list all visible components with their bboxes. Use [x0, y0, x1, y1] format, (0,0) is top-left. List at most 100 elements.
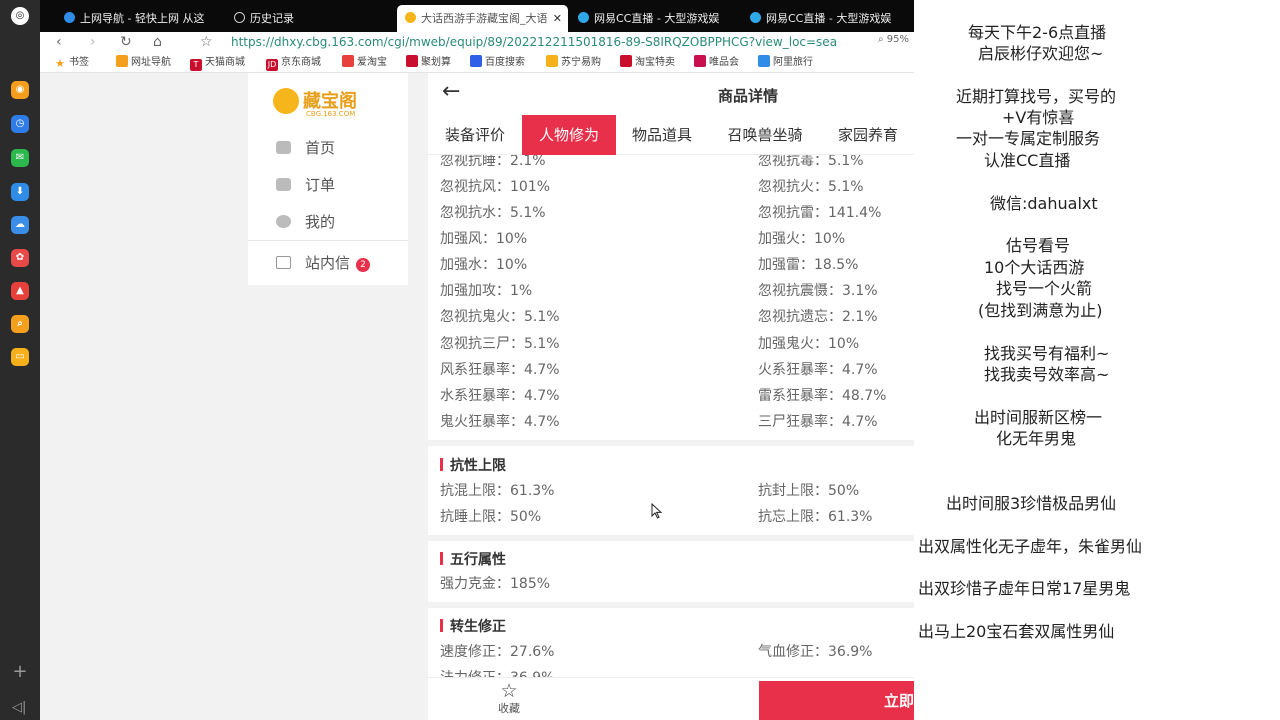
promo-line: 一对一专属定制服务 — [956, 129, 1101, 148]
bookmark-label: 淘宝特卖 — [635, 57, 675, 68]
mail-icon — [276, 256, 291, 269]
bookmark-item[interactable]: 阿里旅行 — [758, 55, 813, 71]
promo-line: 近期打算找号，买号的 — [956, 87, 1117, 106]
zoom-level[interactable]: ⌕ 95% — [878, 34, 909, 45]
dock-logo-icon[interactable]: ◎ — [11, 7, 29, 25]
nav-label: 订单 — [305, 176, 336, 194]
tab-home[interactable]: 家园养育 — [822, 115, 914, 155]
favorite-button[interactable]: ☆ 收藏 — [488, 680, 530, 716]
dock-collapse-icon[interactable]: ◁| — [12, 700, 26, 715]
dock-search-icon[interactable]: ⌕ — [11, 315, 29, 333]
promo-line: 找号一个火箭 — [996, 279, 1093, 298]
bookmark-item[interactable]: 苏宁易购 — [546, 55, 601, 71]
bookmark-item[interactable]: 唯品会 — [694, 55, 739, 71]
attr-item: 忽视抗三尸：5.1% — [440, 336, 560, 352]
bookmark-item[interactable]: 百度搜索 — [470, 55, 525, 71]
browser-tab[interactable]: 历史记录 — [226, 5, 386, 32]
nav-label: 首页 — [305, 139, 336, 157]
bookmark-item[interactable]: T 天猫商城 — [190, 55, 245, 71]
nav-item-mine[interactable]: 我的 — [276, 212, 335, 232]
close-tab-icon[interactable]: ✕ — [553, 5, 562, 32]
bookmark-item[interactable]: ★ 书签 — [54, 55, 89, 71]
tab-pets[interactable]: 召唤兽坐骑 — [708, 115, 822, 155]
bookmark-item[interactable]: 爱淘宝 — [342, 55, 387, 71]
attr-item: 气血修正：36.9% — [758, 644, 873, 660]
nav-icon — [116, 55, 128, 67]
cc-favicon-icon — [578, 12, 589, 23]
bookmarks-bar: ★ 书签 网址导航 T 天猫商城 JD 京东商城 爱淘宝 聚划算 百度搜索 苏宁易购 … — [40, 53, 914, 73]
attr-item: 加强鬼火：10% — [758, 336, 860, 352]
attribute-content[interactable]: 忽视抗睡：2.1% 忽视抗毒：5.1% 忽视抗风：101% 忽视抗火：5.1% … — [428, 155, 914, 677]
taobao-sale-icon — [620, 55, 632, 67]
zoom-value: 95% — [886, 34, 910, 45]
dock-folder-icon[interactable]: ▭ — [11, 348, 29, 366]
bookmark-label: 京东商城 — [281, 57, 321, 68]
attr-item: 抗混上限：61.3% — [440, 483, 555, 499]
dock-clock-icon[interactable]: ◷ — [11, 115, 29, 133]
promo-line: 出双属性化无子虚年，朱雀男仙 — [918, 537, 1143, 556]
dock-weather-icon[interactable]: ☁ — [11, 216, 29, 234]
nav-item-home[interactable]: 首页 — [276, 138, 335, 158]
bookmark-item[interactable]: JD 京东商城 — [266, 55, 321, 71]
section-divider — [428, 602, 914, 608]
promo-line: 出时间服新区榜一 — [974, 408, 1103, 427]
bookmark-item[interactable]: 网址导航 — [116, 55, 171, 71]
dock-download-icon[interactable]: ⬇ — [11, 183, 29, 201]
bookmark-item[interactable]: 淘宝特卖 — [620, 55, 675, 71]
tab-strip: 上网导航 - 轻快上网 从这 历史记录 大话西游手游藏宝阁_大语 ✕ 网易CC直… — [40, 0, 914, 32]
back-arrow-icon[interactable]: ← — [442, 79, 460, 104]
tab-equip-eval[interactable]: 装备评价 — [428, 115, 522, 155]
nav-item-messages[interactable]: 站内信 2 — [276, 253, 371, 273]
promo-line: 找我卖号效率高~ — [984, 365, 1110, 384]
cc-favicon-icon — [750, 12, 761, 23]
tab-items[interactable]: 物品道具 — [616, 115, 708, 155]
detail-header: ← 商品详情 — [428, 73, 914, 115]
buy-now-button[interactable]: 立即 — [759, 681, 914, 720]
attr-item: 火系狂暴率：4.7% — [758, 362, 878, 378]
attr-item: 法力修正：36.9% — [440, 669, 554, 677]
browser-window: 上网导航 - 轻快上网 从这 历史记录 大话西游手游藏宝阁_大语 ✕ 网易CC直… — [40, 0, 914, 720]
dock-add-icon[interactable]: + — [12, 663, 28, 681]
suning-icon — [546, 55, 558, 67]
section-marker — [440, 458, 443, 471]
url-input[interactable]: https://dhxy.cbg.163.com/cgi/mweb/equip/… — [231, 33, 837, 51]
dock-app-icon[interactable]: ◉ — [11, 81, 29, 99]
tab-character[interactable]: 人物修为 — [522, 115, 616, 155]
attr-item: 忽视抗鬼火：5.1% — [440, 309, 560, 325]
promo-line: +V有惊喜 — [1002, 108, 1075, 127]
history-icon — [234, 12, 245, 23]
reload-icon[interactable]: ↻ — [120, 33, 132, 51]
dock-pdf-icon[interactable]: ▲ — [11, 282, 29, 300]
promo-line: 10个大话西游 — [984, 258, 1085, 277]
juhuasuan-icon — [406, 55, 418, 67]
browser-tab[interactable]: 网易CC直播 - 大型游戏娱 — [742, 5, 914, 32]
star-icon[interactable]: ☆ — [200, 33, 213, 51]
nav-item-orders[interactable]: 订单 — [276, 175, 335, 195]
bookmark-label: 书签 — [69, 57, 89, 68]
section-marker — [440, 552, 443, 565]
bookmark-label: 网址导航 — [131, 57, 171, 68]
browser-tab[interactable]: 网易CC直播 - 大型游戏娱 — [570, 5, 736, 32]
dock-wechat-icon[interactable]: ✉ — [11, 149, 29, 167]
bookmark-item[interactable]: 聚划算 — [406, 55, 451, 71]
back-nav-icon[interactable]: ‹ — [56, 33, 62, 51]
dock-tool-icon[interactable]: ✿ — [11, 249, 29, 267]
browser-tab-active[interactable]: 大话西游手游藏宝阁_大语 ✕ — [397, 5, 568, 32]
alitrip-icon — [758, 55, 770, 67]
tab-label: 大话西游手游藏宝阁_大语 — [421, 12, 548, 25]
home-icon[interactable]: ⌂ — [153, 33, 162, 51]
tab-label: 网易CC直播 - 大型游戏娱 — [766, 12, 892, 25]
attr-item: 忽视抗火：5.1% — [758, 179, 864, 195]
tmall-icon: T — [190, 59, 202, 71]
promo-line: 认准CC直播 — [984, 151, 1071, 170]
attr-item: 忽视抗毒：5.1% — [758, 155, 864, 169]
bookmark-label: 聚划算 — [421, 57, 451, 68]
user-icon — [276, 215, 291, 228]
section-title-resist: 抗性上限 — [440, 457, 506, 475]
promo-line: 出马上20宝石套双属性男仙 — [918, 622, 1115, 641]
forward-nav-icon[interactable]: › — [90, 33, 96, 51]
browser-tab[interactable]: 上网导航 - 轻快上网 从这 — [56, 5, 212, 32]
promo-line: 启辰彬仔欢迎您~ — [978, 44, 1104, 63]
home-icon — [276, 141, 291, 154]
tab-label: 网易CC直播 - 大型游戏娱 — [594, 12, 720, 25]
